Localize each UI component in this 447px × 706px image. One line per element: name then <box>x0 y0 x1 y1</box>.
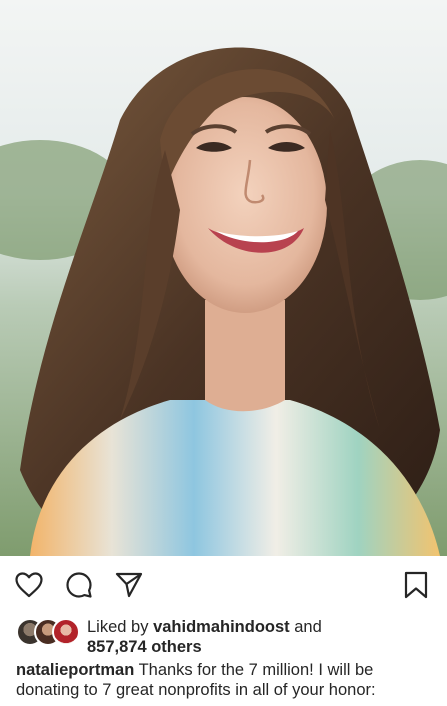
post-image[interactable] <box>0 0 447 556</box>
likes-summary: Liked by vahidmahindoost and 857,874 oth… <box>87 617 437 657</box>
comment-icon[interactable] <box>64 570 94 600</box>
likes-row: Liked by vahidmahindoost and 857,874 oth… <box>0 612 447 656</box>
liked-by-and: and <box>294 618 322 636</box>
share-icon[interactable] <box>114 570 144 600</box>
post-caption: natalieportman Thanks for the 7 million!… <box>16 660 441 700</box>
heart-icon[interactable] <box>14 570 44 600</box>
bookmark-icon[interactable] <box>401 570 431 600</box>
others-likes-link[interactable]: 857,874 others <box>87 638 202 656</box>
liked-by-user-link[interactable]: vahidmahindoost <box>153 618 290 636</box>
caption-username-link[interactable]: natalieportman <box>16 661 134 679</box>
liker-avatars[interactable] <box>16 618 80 646</box>
post-action-bar <box>0 556 447 612</box>
avatar <box>52 618 80 646</box>
liked-by-prefix: Liked by <box>87 618 149 636</box>
portrait-illustration <box>0 0 447 556</box>
